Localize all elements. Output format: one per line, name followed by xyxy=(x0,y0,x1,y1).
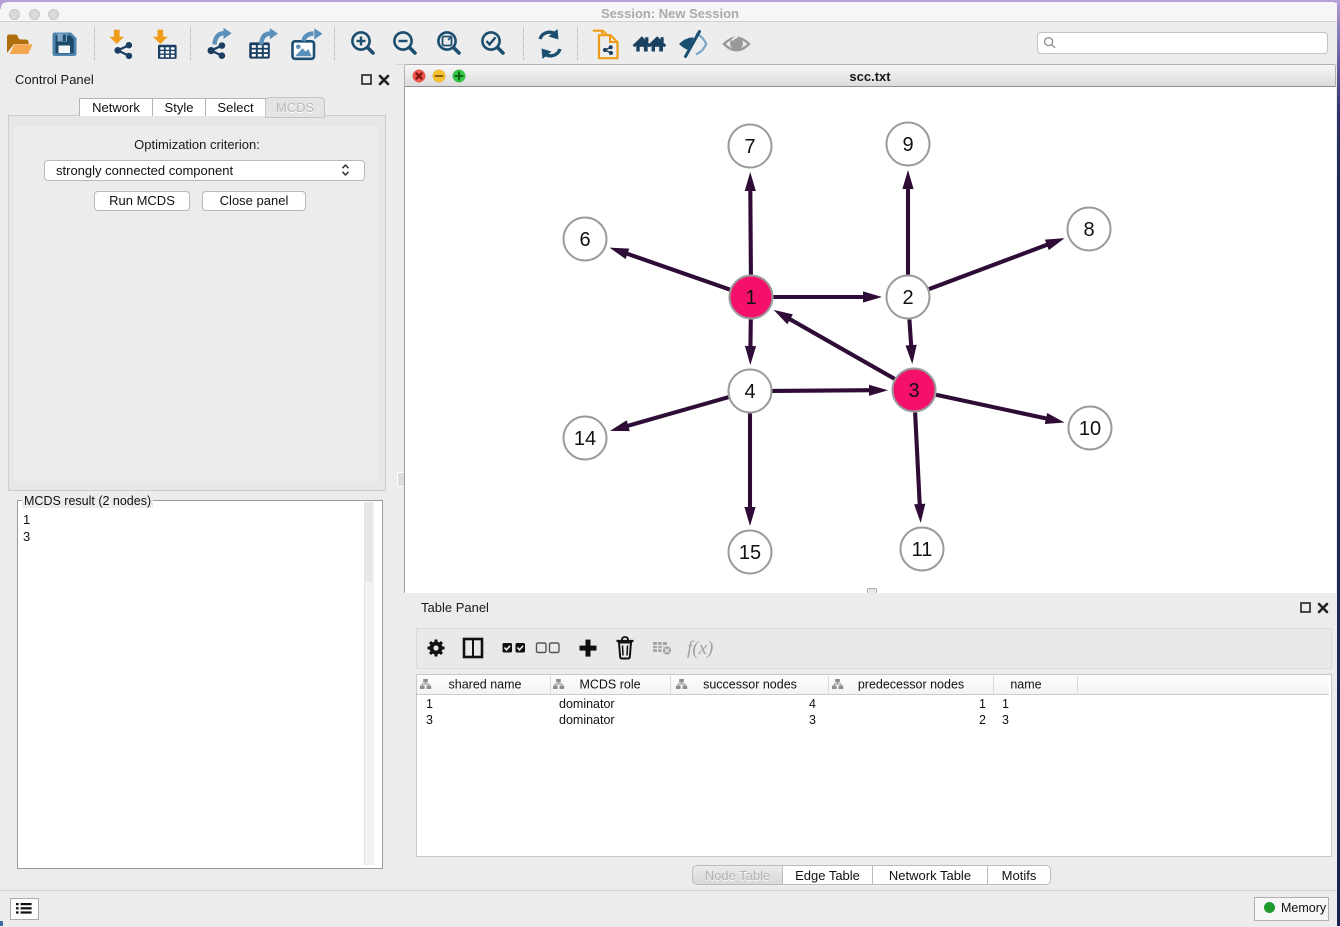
svg-text:MCDS role: MCDS role xyxy=(579,678,640,692)
svg-text:3: 3 xyxy=(908,380,919,402)
svg-text:shared name: shared name xyxy=(449,678,522,692)
svg-text:predecessor nodes: predecessor nodes xyxy=(858,678,964,692)
svg-text:15: 15 xyxy=(739,542,761,564)
svg-text:f(x): f(x) xyxy=(687,638,713,659)
svg-text:1: 1 xyxy=(745,287,756,309)
svg-text:8: 8 xyxy=(1083,219,1094,241)
svg-text:name: name xyxy=(1010,678,1041,692)
svg-text:11: 11 xyxy=(912,539,933,561)
svg-text:6: 6 xyxy=(579,229,590,251)
svg-text:10: 10 xyxy=(1079,418,1101,440)
svg-text:2: 2 xyxy=(902,287,913,309)
svg-text:9: 9 xyxy=(902,134,913,156)
svg-text:14: 14 xyxy=(574,428,596,450)
svg-text:successor nodes: successor nodes xyxy=(703,678,797,692)
svg-text:7: 7 xyxy=(744,136,755,158)
svg-text:4: 4 xyxy=(744,381,755,403)
